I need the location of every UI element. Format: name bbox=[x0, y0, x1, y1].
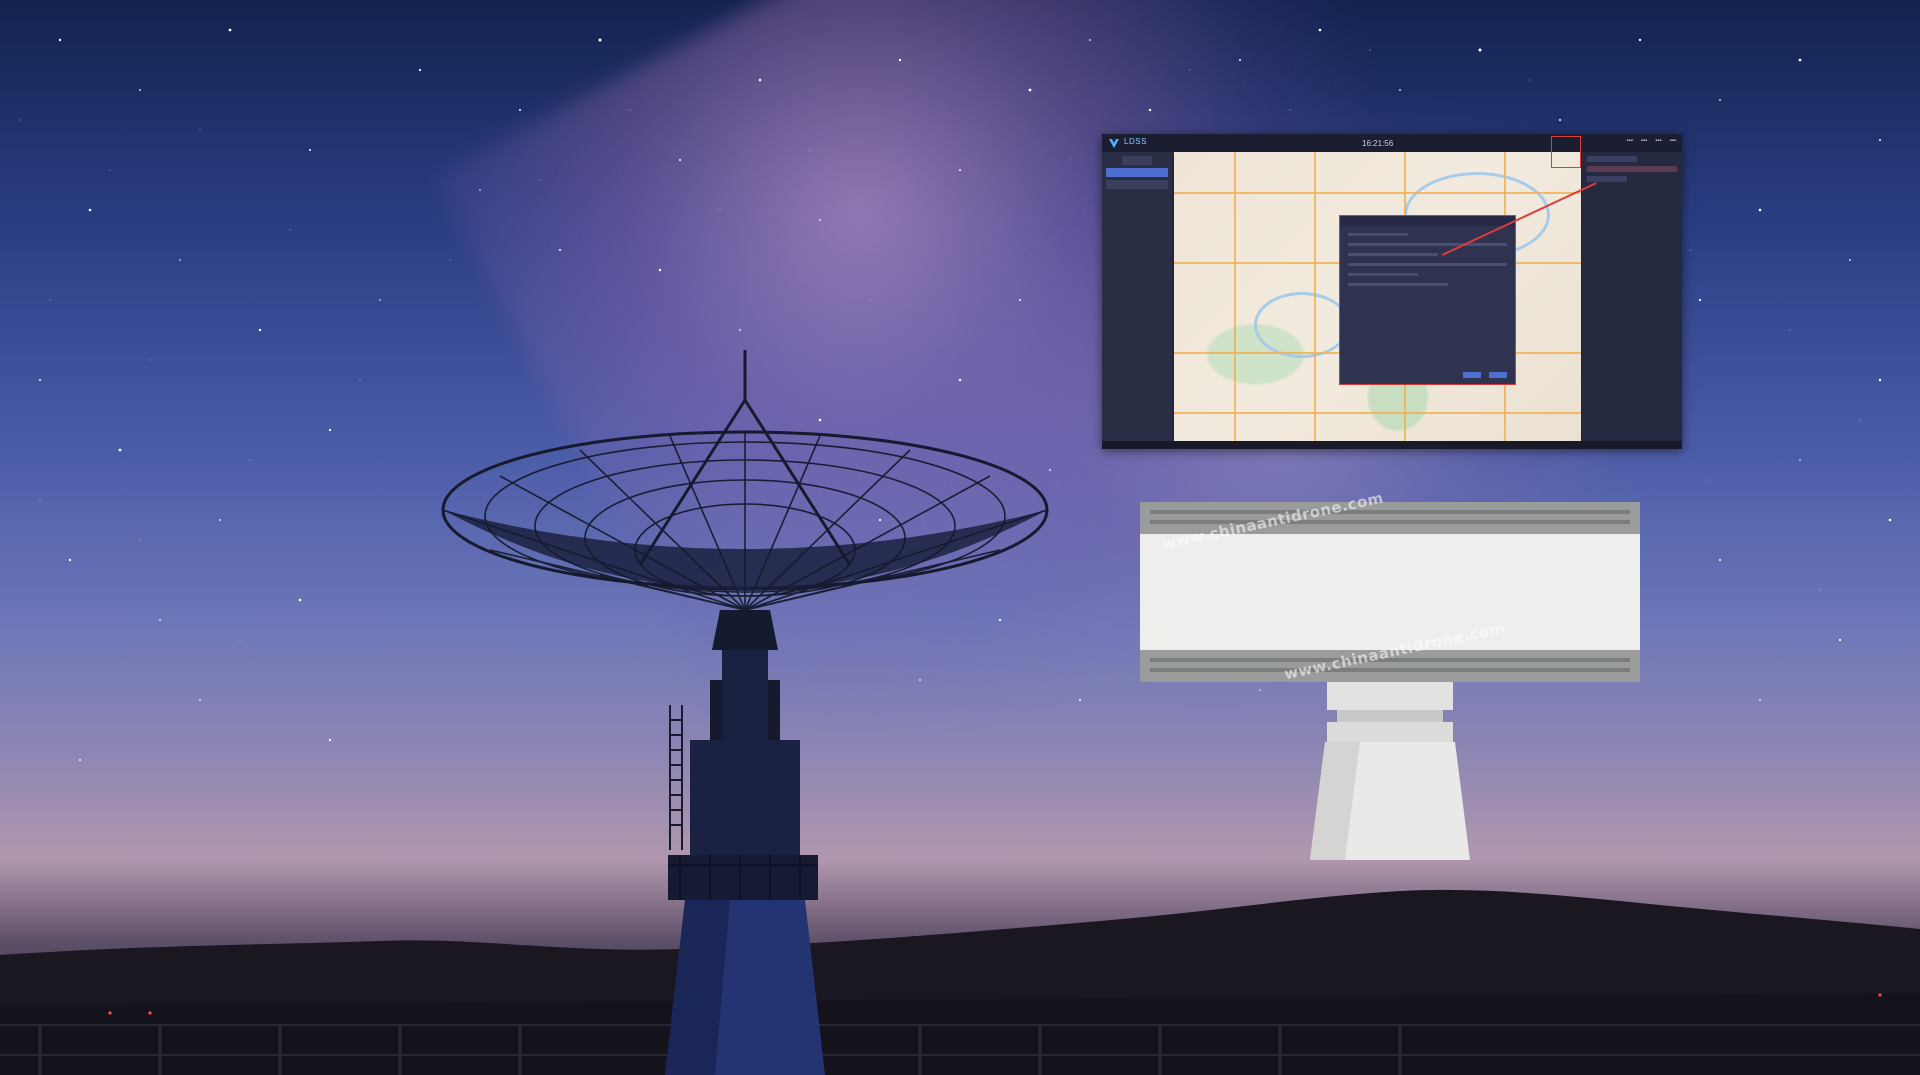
dialog-title-bar bbox=[1340, 216, 1515, 226]
radio-telescope-dish bbox=[441, 350, 1049, 1075]
dialog-field[interactable] bbox=[1348, 243, 1507, 246]
panel-row[interactable] bbox=[1587, 176, 1627, 182]
app-header-bar: LDSS 16:21:56 ▪▪▪ ▪▪▪ ▪▪▪ ▪▪▪ bbox=[1102, 134, 1682, 153]
clock-display: 16:21:56 bbox=[1362, 139, 1394, 148]
map-road bbox=[1234, 152, 1236, 441]
radar-device-photo: www.chinaantidrone.com www.chinaantidron… bbox=[1140, 489, 1640, 872]
dialog-field[interactable] bbox=[1348, 233, 1408, 236]
dialog-field[interactable] bbox=[1348, 263, 1507, 266]
app-logo-icon bbox=[1109, 139, 1119, 148]
panel-row-highlight[interactable] bbox=[1587, 166, 1677, 172]
menu-item-1[interactable]: ▪▪▪ bbox=[1626, 138, 1632, 144]
dialog-confirm-button[interactable] bbox=[1463, 372, 1481, 378]
top-menu: ▪▪▪ ▪▪▪ ▪▪▪ ▪▪▪ bbox=[1626, 138, 1676, 144]
lake-shape bbox=[1254, 292, 1350, 358]
menu-item-4[interactable]: ▪▪▪ bbox=[1670, 138, 1676, 144]
dialog-cancel-button[interactable] bbox=[1489, 372, 1507, 378]
panel-row[interactable] bbox=[1587, 156, 1637, 162]
device-list-item-active[interactable] bbox=[1106, 168, 1168, 177]
app-title: LDSS bbox=[1124, 137, 1147, 146]
software-screenshot-overlay: LDSS 16:21:56 ▪▪▪ ▪▪▪ ▪▪▪ ▪▪▪ bbox=[1102, 134, 1682, 449]
map-view[interactable] bbox=[1174, 152, 1581, 441]
dialog-field[interactable] bbox=[1348, 253, 1438, 256]
dialog-field[interactable] bbox=[1348, 273, 1418, 276]
right-settings-panel bbox=[1582, 152, 1682, 441]
status-bar bbox=[1102, 441, 1682, 449]
highlight-box bbox=[1551, 136, 1581, 168]
menu-item-3[interactable]: ▪▪▪ bbox=[1655, 138, 1661, 144]
dialog-field[interactable] bbox=[1348, 283, 1448, 286]
map-road bbox=[1314, 152, 1316, 441]
panel-tab[interactable] bbox=[1122, 156, 1152, 165]
radar-device bbox=[1140, 502, 1640, 860]
menu-item-2[interactable]: ▪▪▪ bbox=[1641, 138, 1647, 144]
device-list-item[interactable] bbox=[1106, 180, 1168, 189]
device-list-panel bbox=[1102, 152, 1172, 441]
settings-dialog bbox=[1339, 215, 1516, 385]
